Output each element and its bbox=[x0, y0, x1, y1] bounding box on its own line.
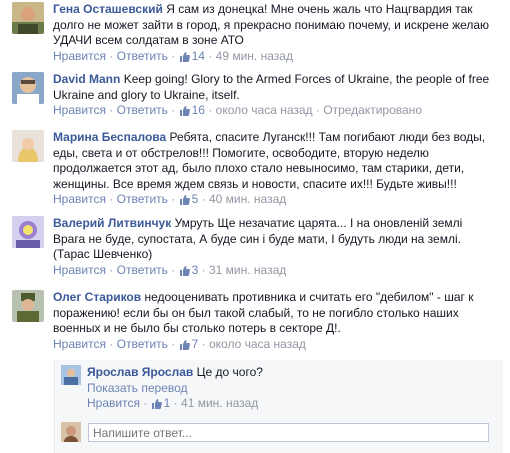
like-button[interactable]: Нравится bbox=[53, 103, 106, 117]
like-count-value: 3 bbox=[191, 262, 199, 277]
avatar[interactable] bbox=[12, 216, 44, 248]
comment-author[interactable]: Олег Стариков bbox=[53, 290, 141, 304]
reply-text: Це до чого? bbox=[196, 365, 263, 379]
comment-actions: Нравится · Ответить · 7 · около часа наз… bbox=[53, 336, 306, 351]
avatar[interactable] bbox=[61, 365, 81, 385]
reply-input[interactable] bbox=[88, 423, 489, 442]
like-count[interactable]: 3 bbox=[179, 263, 202, 277]
reply-button[interactable]: Ответить bbox=[117, 49, 168, 63]
avatar[interactable] bbox=[12, 2, 44, 34]
avatar[interactable] bbox=[12, 290, 44, 322]
thumbs-up-icon bbox=[179, 106, 190, 116]
thumbs-up-icon bbox=[179, 195, 190, 205]
comment-actions: Нравится · Ответить · 14 · 49 мин. назад bbox=[53, 48, 293, 63]
like-count[interactable]: 14 bbox=[179, 49, 209, 63]
like-button[interactable]: Нравится bbox=[53, 337, 106, 351]
comment: David Mann Keep going! Glory to the Arme… bbox=[0, 72, 510, 118]
thumbs-up-icon bbox=[179, 51, 190, 62]
thumbs-up-icon bbox=[151, 399, 162, 409]
translate-link[interactable]: Показать перевод bbox=[87, 381, 497, 397]
comment-time[interactable]: 49 мин. назад bbox=[216, 49, 293, 63]
user-photo-icon bbox=[61, 422, 81, 442]
comment: Марина Беспалова Ребята, спасите Луганск… bbox=[0, 130, 510, 207]
reply-button[interactable]: Ответить bbox=[117, 263, 168, 277]
like-count-value: 1 bbox=[163, 396, 171, 410]
like-button[interactable]: Нравится bbox=[53, 49, 106, 63]
comment-time[interactable]: 31 мин. назад bbox=[209, 263, 286, 277]
comment-time[interactable]: около часа назад bbox=[216, 103, 313, 117]
comment-actions: Нравится · Ответить · 16 · около часа на… bbox=[53, 103, 422, 117]
comment: Гена Осташевский Я сам из донецка! Мне о… bbox=[0, 2, 510, 64]
reply-button[interactable]: Ответить bbox=[117, 103, 168, 117]
comment: Валерий Литвинчук Умруть Ще незачатиє ца… bbox=[0, 216, 510, 278]
avatar[interactable] bbox=[12, 130, 44, 162]
like-count[interactable]: 1 bbox=[151, 396, 174, 410]
reply-actions: Нравится · 1 · 41 мин. назад bbox=[87, 396, 259, 410]
like-count-value: 5 bbox=[191, 192, 199, 206]
user-photo-icon bbox=[12, 2, 44, 34]
user-photo-icon bbox=[12, 130, 44, 162]
reply-button[interactable]: Ответить bbox=[117, 192, 168, 206]
like-count[interactable]: 5 bbox=[179, 192, 202, 206]
comment-author[interactable]: Валерий Литвинчук bbox=[53, 216, 171, 230]
user-photo-icon bbox=[12, 216, 44, 248]
like-count-value: 7 bbox=[191, 336, 199, 351]
thumbs-up-icon bbox=[179, 339, 190, 350]
user-photo-icon bbox=[61, 365, 81, 385]
comment: Олег Стариков недооценивать противника и… bbox=[0, 290, 510, 352]
like-count-value: 16 bbox=[191, 103, 205, 117]
reply-author[interactable]: Ярослав Ярослав bbox=[87, 365, 193, 379]
like-button[interactable]: Нравится bbox=[53, 192, 106, 206]
comment-author[interactable]: David Mann bbox=[53, 72, 120, 86]
thumbs-up-icon bbox=[179, 265, 190, 276]
comment-author[interactable]: Гена Осташевский bbox=[53, 2, 163, 16]
comment-actions: Нравится · Ответить · 3 · 31 мин. назад bbox=[53, 262, 287, 277]
edited-label[interactable]: Отредактировано bbox=[323, 103, 422, 117]
reply-composer-avatar bbox=[61, 422, 81, 442]
reply-button[interactable]: Ответить bbox=[117, 337, 168, 351]
like-button[interactable]: Нравится bbox=[87, 396, 140, 410]
avatar[interactable] bbox=[12, 72, 44, 104]
reply-time[interactable]: 41 мин. назад bbox=[181, 396, 258, 410]
like-count-value: 14 bbox=[191, 48, 205, 63]
like-count[interactable]: 7 bbox=[179, 337, 202, 351]
comment-time[interactable]: около часа назад bbox=[209, 337, 306, 351]
comment-time[interactable]: 40 мин. назад bbox=[209, 192, 286, 206]
like-count[interactable]: 16 bbox=[179, 103, 209, 117]
like-button[interactable]: Нравится bbox=[53, 263, 106, 277]
user-photo-icon bbox=[12, 72, 44, 104]
user-photo-icon bbox=[12, 290, 44, 322]
comment-actions: Нравится · Ответить · 5 · 40 мин. назад bbox=[53, 192, 287, 206]
comment-author[interactable]: Марина Беспалова bbox=[53, 130, 166, 144]
